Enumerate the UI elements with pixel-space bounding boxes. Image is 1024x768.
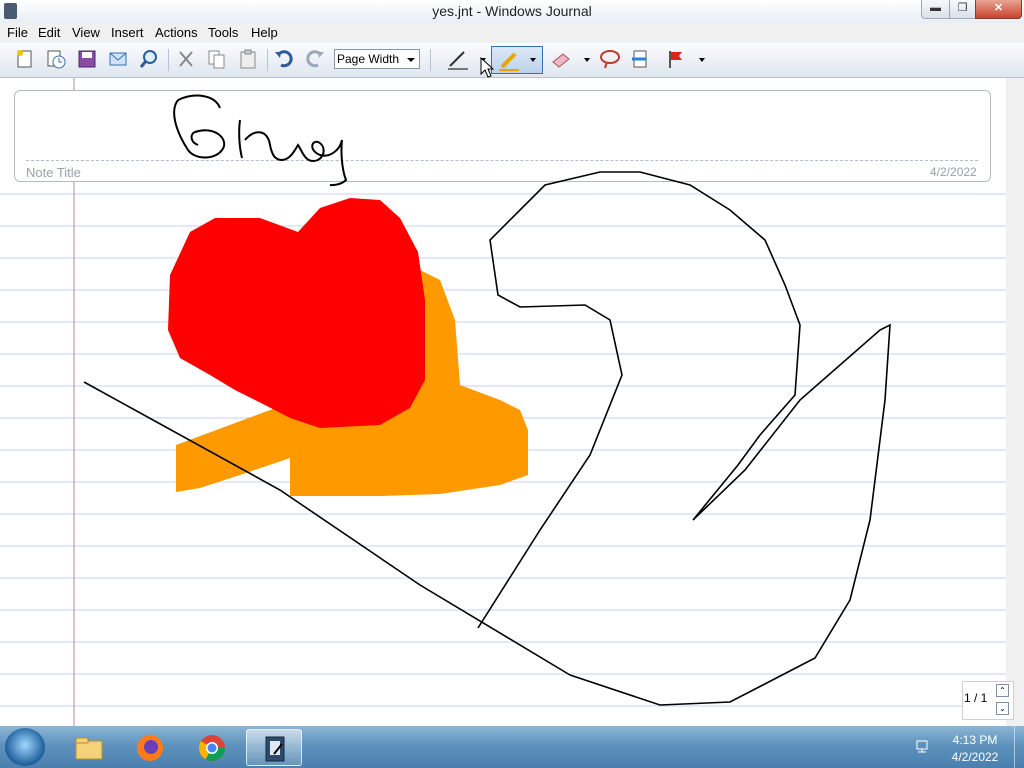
- menu-help[interactable]: Help: [251, 25, 278, 40]
- open-recent-icon[interactable]: [45, 48, 67, 70]
- menu-tools[interactable]: Tools: [208, 25, 238, 40]
- zoom-value: Page Width: [337, 52, 400, 66]
- find-icon[interactable]: [138, 48, 160, 70]
- vertical-scrollbar[interactable]: [1006, 78, 1024, 726]
- flag-dropdown-icon[interactable]: [699, 58, 705, 62]
- page-up-button[interactable]: ⌃: [996, 684, 1009, 697]
- title-divider: [26, 160, 978, 161]
- lasso-select-icon[interactable]: [599, 48, 621, 70]
- highlighter-dropdown-icon[interactable]: [530, 58, 536, 62]
- window-title: yes.jnt - Windows Journal: [432, 3, 592, 19]
- eraser-dropdown-icon[interactable]: [584, 58, 590, 62]
- menu-bar: File Edit View Insert Actions Tools Help: [0, 23, 1024, 43]
- note-title-placeholder: Note Title: [26, 165, 81, 180]
- folder-icon: [75, 737, 103, 760]
- taskbar-explorer[interactable]: [60, 729, 116, 766]
- clock-date[interactable]: 4/2/2022: [945, 750, 1005, 764]
- page-down-button[interactable]: ⌄: [996, 702, 1009, 715]
- close-button[interactable]: ✕: [975, 0, 1022, 19]
- toolbar-separator: [267, 49, 268, 71]
- save-icon[interactable]: [76, 48, 98, 70]
- zoom-select[interactable]: Page Width: [334, 49, 420, 69]
- paste-icon[interactable]: [237, 48, 259, 70]
- highlighter-button[interactable]: [491, 46, 543, 74]
- redo-icon[interactable]: [304, 48, 326, 70]
- new-note-icon[interactable]: [14, 48, 36, 70]
- chrome-icon: [198, 735, 225, 761]
- title-bar: yes.jnt - Windows Journal: [0, 0, 1024, 24]
- copy-icon[interactable]: [206, 48, 228, 70]
- menu-file[interactable]: File: [7, 25, 28, 40]
- minimize-button[interactable]: ▬: [921, 0, 950, 19]
- start-button[interactable]: [5, 728, 45, 766]
- eraser-icon[interactable]: [550, 48, 572, 70]
- toolbar-separator: [430, 49, 431, 71]
- toolbar-separator: [168, 49, 169, 71]
- cut-icon[interactable]: [175, 48, 197, 70]
- menu-edit[interactable]: Edit: [38, 25, 60, 40]
- firefox-icon: [137, 735, 163, 761]
- menu-insert[interactable]: Insert: [111, 25, 144, 40]
- pen-icon[interactable]: [446, 48, 468, 70]
- maximize-button[interactable]: ❐: [949, 0, 976, 19]
- journal-icon: [265, 736, 285, 762]
- send-email-icon[interactable]: [107, 48, 129, 70]
- menu-view[interactable]: View: [72, 25, 100, 40]
- flag-icon[interactable]: [665, 48, 687, 70]
- taskbar-windows-journal[interactable]: [246, 729, 302, 766]
- menu-actions[interactable]: Actions: [155, 25, 198, 40]
- clock-time[interactable]: 4:13 PM: [945, 733, 1005, 747]
- network-icon[interactable]: [915, 740, 931, 754]
- taskbar-chrome[interactable]: [184, 729, 240, 766]
- taskbar-firefox[interactable]: [122, 729, 178, 766]
- chevron-down-icon: [407, 58, 415, 62]
- page-number: 1 / 1: [964, 691, 988, 705]
- undo-icon[interactable]: [273, 48, 295, 70]
- highlighter-icon: [499, 52, 519, 71]
- show-desktop-button[interactable]: [1014, 726, 1024, 768]
- note-title-area[interactable]: [14, 90, 991, 182]
- insert-space-icon[interactable]: [630, 48, 652, 70]
- mouse-cursor-icon: [480, 57, 494, 78]
- note-date: 4/2/2022: [930, 165, 977, 179]
